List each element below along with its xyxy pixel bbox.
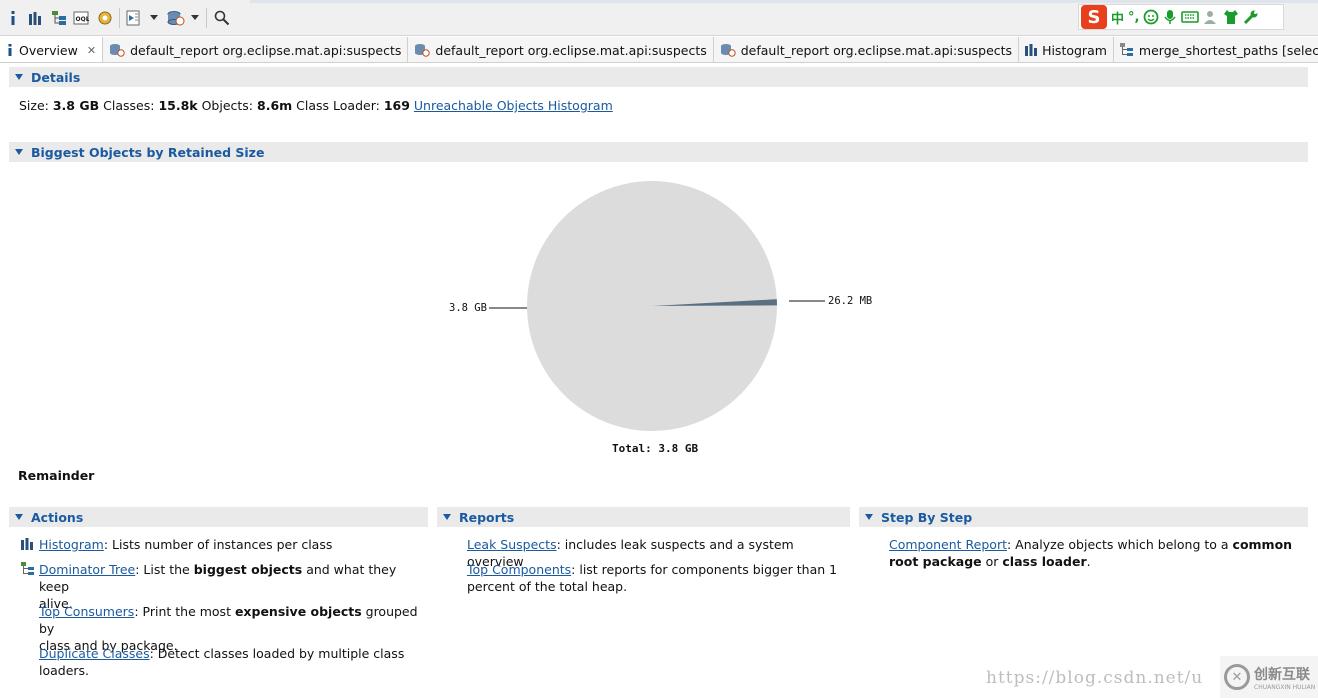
tab-overview[interactable]: Overview ✕ [0,37,104,62]
tab-histogram[interactable]: Histogram [1019,37,1114,62]
remainder-legend: Remainder [18,468,95,483]
report-icon [110,44,125,57]
editor-tabs: Overview ✕ default_report org.eclipse.ma… [0,37,1318,63]
pie-total-label: Total: 3.8 GB [612,442,699,455]
section-title: Biggest Objects by Retained Size [31,144,265,160]
histogram-link[interactable]: Histogram [39,537,104,552]
action-histogram: Histogram: Lists number of instances per… [39,537,333,552]
collapse-triangle-icon[interactable] [865,514,873,520]
ime-toolbar: S 中 °, [1078,4,1284,30]
query-browser-icon[interactable] [166,9,186,27]
collapse-triangle-icon[interactable] [443,514,451,520]
details-section-header[interactable]: Details [9,67,1308,87]
class-loader-count: 169 [383,98,410,113]
main-toolbar: OQL S 中 °, [0,0,1318,36]
class-count: 15.8k [158,98,198,113]
report-icon [720,44,736,57]
reports-section-header[interactable]: Reports [437,507,850,527]
tab-default-report-2[interactable]: default_report org.eclipse.mat.api:suspe… [408,37,714,62]
run-report-icon[interactable] [126,9,144,27]
heap-dump-overview-icon[interactable] [96,9,114,27]
tab-label: default_report org.eclipse.mat.api:suspe… [130,42,402,58]
mic-icon[interactable] [1163,9,1177,25]
section-title: Step By Step [881,509,973,525]
smiley-icon[interactable] [1143,9,1159,25]
actions-section-header[interactable]: Actions [9,507,428,527]
step-by-step-section-header[interactable]: Step By Step [859,507,1308,527]
svg-text:OQL: OQL [76,16,90,23]
dominator-tree-icon[interactable] [51,9,67,27]
top-components-link[interactable]: Top Components [467,562,571,577]
top-consumers-link[interactable]: Top Consumers [39,604,134,619]
pie-label-remainder: 3.8 GB [449,302,487,314]
shirt-icon[interactable] [1223,9,1239,25]
step-component-report: Component Report: Analyze objects which … [889,537,1293,569]
logo-icon: ✕ [1224,664,1250,690]
details-summary: Size: 3.8 GB Classes: 15.8k Objects: 8.6… [19,98,613,113]
report-top-components: Top Components: list reports for compone… [467,562,838,594]
section-title: Reports [459,509,515,525]
merge-paths-icon [1119,43,1133,56]
section-title: Actions [31,509,84,525]
histogram-icon [1025,44,1038,56]
pie-label-biggest-object: 26.2 MB [828,295,873,307]
dominator-tree-icon [21,562,34,575]
heap-size: 3.8 GB [52,98,100,113]
ime-chinese-mode[interactable]: 中 [1111,8,1124,27]
retained-size-pie-chart [489,181,825,432]
user-icon[interactable] [1203,9,1219,25]
watermark-logo: ✕ 创新互联 CHUANGXIN HULIAN [1220,656,1318,698]
histogram-icon [21,538,33,550]
oql-icon[interactable]: OQL [73,9,89,27]
pie-slice-remainder[interactable] [527,181,777,432]
wrench-icon[interactable] [1243,9,1259,25]
close-icon[interactable]: ✕ [87,44,96,57]
collapse-triangle-icon[interactable] [15,514,23,520]
info-icon[interactable] [6,9,20,27]
dropdown-arrow-icon[interactable] [149,9,159,27]
unreachable-objects-histogram-link[interactable]: Unreachable Objects Histogram [414,98,613,113]
keyboard-icon[interactable] [1181,10,1200,24]
tab-merge-shortest-paths[interactable]: merge_shortest_paths [selection of 'Obje… [1114,37,1318,62]
search-icon[interactable] [213,9,231,27]
tab-label: default_report org.eclipse.mat.api:suspe… [740,42,1013,58]
tab-default-report-3[interactable]: default_report org.eclipse.mat.api:suspe… [714,37,1020,62]
object-count: 8.6m [257,98,293,113]
tab-label: Histogram [1042,42,1107,58]
dominator-tree-link[interactable]: Dominator Tree [39,562,135,577]
dropdown-arrow-icon[interactable] [190,9,200,27]
histogram-icon[interactable] [27,9,43,27]
leak-suspects-link[interactable]: Leak Suspects [467,537,557,552]
tab-label: merge_shortest_paths [selection of 'Obje… [1138,42,1318,58]
section-title: Details [31,69,81,85]
sogou-logo[interactable]: S [1081,5,1107,29]
report-icon [415,44,431,57]
watermark-url: https://blog.csdn.net/u [986,668,1204,688]
biggest-objects-section-header[interactable]: Biggest Objects by Retained Size [9,142,1308,162]
component-report-link[interactable]: Component Report [889,537,1007,552]
tab-default-report-1[interactable]: default_report org.eclipse.mat.api:suspe… [103,37,409,62]
ime-punctuation[interactable]: °, [1128,10,1139,25]
duplicate-classes-link[interactable]: Duplicate Classes [39,646,150,661]
tab-label: default_report org.eclipse.mat.api:suspe… [435,42,707,58]
collapse-triangle-icon[interactable] [15,74,23,80]
tab-label: Overview [19,42,78,58]
collapse-triangle-icon[interactable] [15,149,23,155]
info-icon [8,44,12,56]
action-duplicate-classes: Duplicate Classes: Detect classes loaded… [39,646,405,678]
